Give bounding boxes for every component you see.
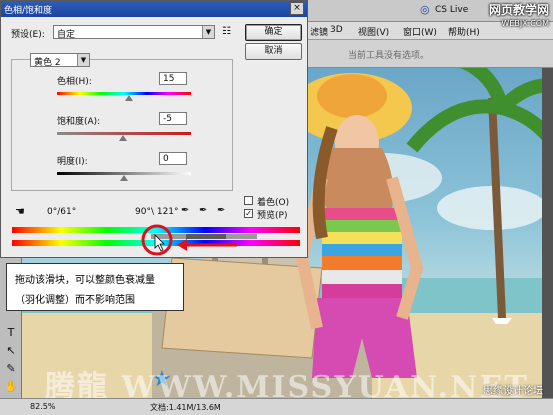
highlight-annotation xyxy=(141,224,237,256)
menu-item-3d[interactable]: 3D xyxy=(330,25,343,35)
eyedropper-icon[interactable]: ✒ xyxy=(181,205,192,216)
preview-checkbox[interactable]: ✓ xyxy=(244,209,253,218)
zoom-level[interactable]: 82.5% xyxy=(30,402,55,411)
preset-options-icon[interactable]: ☷ xyxy=(222,26,231,37)
hand-tool-icon[interactable]: ✋ xyxy=(4,380,18,394)
targeted-adjustment-icon[interactable]: ☚ xyxy=(15,205,25,218)
hue-input[interactable]: 15 xyxy=(159,72,187,85)
hue-label: 色相(H): xyxy=(57,77,92,87)
chevron-down-icon: ▼ xyxy=(202,26,214,38)
dialog-title: 色相/饱和度 xyxy=(4,6,53,16)
range-right-value: 90°\ 121° xyxy=(135,207,179,217)
lightness-input[interactable]: 0 xyxy=(159,152,187,165)
lightness-label: 明度(I): xyxy=(57,157,88,167)
path-select-tool-icon[interactable]: ↖ xyxy=(4,344,18,358)
preview-label: 预览(P) xyxy=(257,211,288,221)
colorize-checkbox[interactable] xyxy=(244,196,253,205)
lightness-slider-thumb[interactable] xyxy=(120,175,128,181)
saturation-input[interactable]: -5 xyxy=(159,112,187,125)
saturation-slider-thumb[interactable] xyxy=(118,135,127,141)
menu-item-window[interactable]: 窗口(W) xyxy=(403,25,437,38)
hue-slider-thumb[interactable] xyxy=(125,95,134,101)
range-left-value: 0°/61° xyxy=(47,207,77,217)
forum-watermark: 思缘设计论坛 xyxy=(483,386,543,397)
callout-line-2: （羽化调整）而不影响范围 xyxy=(15,295,135,306)
callout-line-1: 拖动该滑块，可以整颜色衰减量 xyxy=(15,275,155,286)
watermark-title: 网页教学网 xyxy=(488,3,549,17)
options-bar: 当前工具没有选项。 xyxy=(300,40,553,68)
menu-item-help[interactable]: 帮助(H) xyxy=(448,25,480,38)
preset-label: 预设(E): xyxy=(11,30,45,40)
cancel-button[interactable]: 取消 xyxy=(245,43,302,60)
text-tool-icon[interactable]: T xyxy=(4,326,18,340)
close-icon[interactable]: × xyxy=(290,2,304,15)
colorize-label: 着色(O) xyxy=(257,198,290,208)
options-bar-text: 当前工具没有选项。 xyxy=(348,51,430,61)
hue-slider-track[interactable] xyxy=(57,92,191,95)
site-watermark: 网页教学网 WEBJX.COM xyxy=(489,4,549,30)
ok-button[interactable]: 确定 xyxy=(245,24,302,41)
instruction-callout: 拖动该滑块，可以整颜色衰减量 （羽化调整）而不影响范围 xyxy=(6,263,184,311)
pen-tool-icon[interactable]: ✎ xyxy=(4,362,18,376)
preset-value: 自定 xyxy=(57,30,76,40)
menu-item-filter[interactable]: 滤镜 xyxy=(310,25,328,38)
dialog-title-bar[interactable]: 色相/饱和度 × xyxy=(1,1,307,17)
search-icon[interactable]: ◎ xyxy=(420,3,430,16)
watermark-url: WEBJX.COM xyxy=(501,19,549,28)
eyedropper-plus-icon[interactable]: ✒ xyxy=(199,205,210,216)
chevron-down-icon: ▼ xyxy=(77,54,89,66)
channel-value: 黄色 2 xyxy=(34,58,61,68)
preset-select[interactable]: 自定 ▼ xyxy=(53,25,215,40)
channel-select[interactable]: 黄色 2 ▼ xyxy=(30,53,90,68)
saturation-label: 饱和度(A): xyxy=(57,117,101,127)
menu-item-view[interactable]: 视图(V) xyxy=(358,25,389,38)
status-bar: 82.5% 文档:1.41M/13.6M xyxy=(0,398,553,415)
document-size[interactable]: 文档:1.41M/13.6M xyxy=(150,402,221,413)
cs-live-button[interactable]: CS Live xyxy=(435,5,468,15)
hue-saturation-dialog: 色相/饱和度 × 预设(E): 自定 ▼ ☷ 确定 取消 黄色 2 ▼ 色相(H… xyxy=(0,0,308,258)
eyedropper-minus-icon[interactable]: ✒ xyxy=(217,205,228,216)
